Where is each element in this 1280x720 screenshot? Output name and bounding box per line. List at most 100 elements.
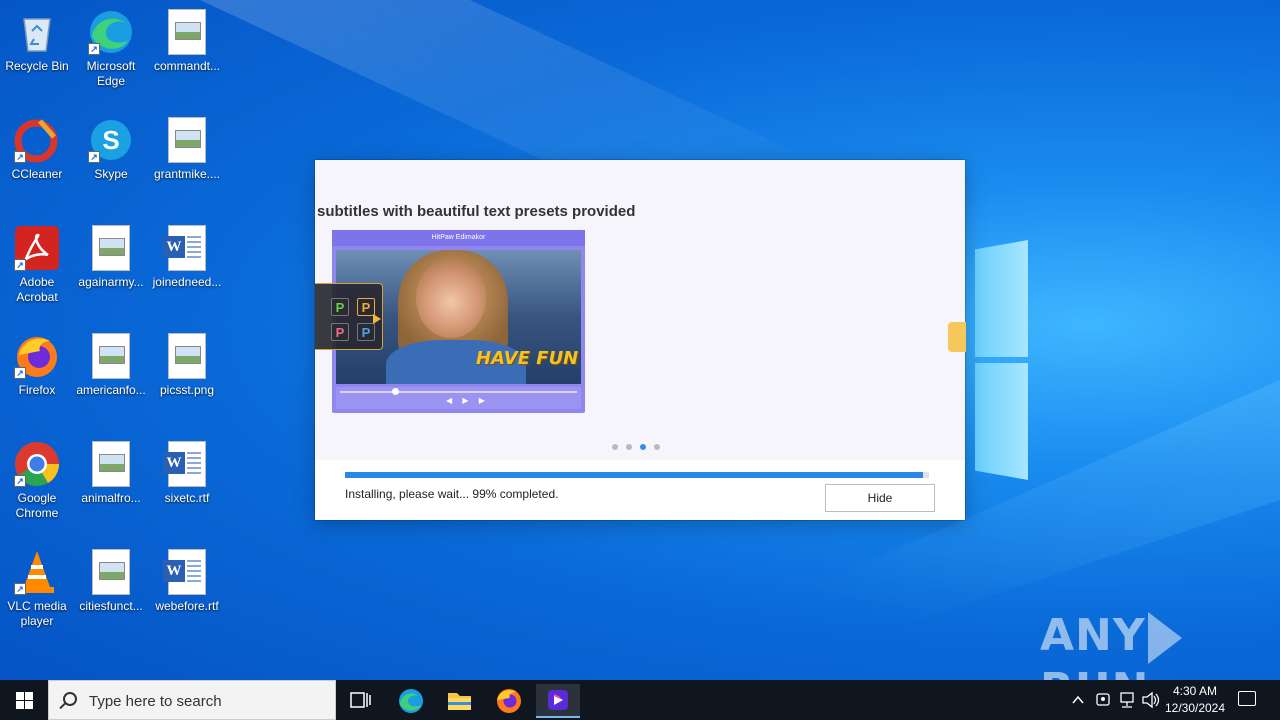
show-hidden-icons-button[interactable]	[1070, 680, 1086, 720]
taskbar: Type here to search 4:30 AM 12/30/2024	[0, 680, 1280, 720]
image-file-icon	[92, 549, 130, 595]
desktop-icon-firefox[interactable]: ↗ Firefox	[0, 329, 74, 398]
desktop-icon-file[interactable]: americanfo...	[74, 329, 148, 398]
tray-meeting-icon	[1096, 693, 1110, 706]
chevron-up-icon	[1072, 695, 1084, 704]
desktop-icon-label: grantmike....	[153, 167, 221, 181]
folder-icon	[448, 693, 471, 710]
chrome-icon: ↗	[14, 441, 60, 487]
image-file-icon	[92, 441, 130, 487]
hide-button[interactable]: Hide	[825, 484, 935, 512]
word-document-icon: W	[163, 549, 206, 595]
notification-center-icon[interactable]	[1238, 691, 1256, 706]
carousel-dot[interactable]	[626, 444, 632, 450]
image-file-icon	[168, 117, 206, 163]
desktop-icon-label: joinedneed...	[152, 275, 222, 289]
taskbar-installer-button[interactable]	[536, 684, 580, 718]
search-placeholder: Type here to search	[89, 693, 222, 710]
carousel-dot-active[interactable]	[640, 444, 646, 450]
desktop-icon-ccleaner[interactable]: ↗ CCleaner	[0, 113, 74, 182]
desktop-icon-file[interactable]: W joinedneed...	[150, 221, 224, 290]
edge-icon	[399, 689, 423, 713]
desktop-icon-vlc[interactable]: ↗ VLC media player	[0, 545, 74, 629]
watermark-text-any: ANY	[1040, 610, 1146, 661]
start-button[interactable]	[0, 680, 48, 720]
image-file-icon	[92, 333, 130, 379]
desktop-icon-google-chrome[interactable]: ↗ Google Chrome	[0, 437, 74, 521]
install-status-text: Installing, please wait... 99% completed…	[345, 487, 559, 501]
firefox-icon	[497, 689, 521, 713]
carousel-dot[interactable]	[654, 444, 660, 450]
desktop-icon-label: sixetc.rtf	[164, 491, 210, 505]
preview-app-title: HitPaw Edimakor	[332, 230, 585, 246]
recycle-bin-icon	[14, 9, 60, 55]
taskbar-edge-button[interactable]	[389, 684, 433, 718]
desktop-icon-label: commandt...	[153, 59, 221, 73]
search-icon	[63, 692, 77, 706]
clock-time: 4:30 AM	[1172, 684, 1218, 698]
desktop-icon-label: VLC media player	[7, 599, 67, 628]
desktop-icon-label: againarmy...	[78, 275, 144, 289]
network-button[interactable]	[1117, 680, 1137, 720]
preset-swatch: P	[357, 323, 375, 341]
desktop-icon-label: Microsoft Edge	[86, 59, 136, 88]
desktop-icon-label: Skype	[94, 167, 128, 181]
desktop-icon-recycle-bin[interactable]: Recycle Bin	[0, 5, 74, 74]
desktop-icon-file[interactable]: animalfro...	[74, 437, 148, 506]
image-file-icon	[92, 225, 130, 271]
desktop-icon-microsoft-edge[interactable]: ↗ Microsoft Edge	[74, 5, 148, 89]
skype-icon: S ↗	[88, 117, 134, 163]
windows-logo-wallpaper	[975, 240, 1030, 480]
svg-text:S: S	[102, 125, 119, 155]
desktop-icon-label: americanfo...	[76, 383, 146, 397]
preset-swatch: P	[331, 298, 349, 316]
desktop-icon-label: CCleaner	[11, 167, 63, 181]
image-file-icon	[168, 333, 206, 379]
desktop-icon-label: Firefox	[18, 383, 56, 397]
desktop-icon-file[interactable]: grantmike....	[150, 113, 224, 182]
next-slide-tab[interactable]	[948, 322, 966, 352]
taskbar-firefox-button[interactable]	[487, 684, 531, 718]
desktop-icon-file[interactable]: againarmy...	[74, 221, 148, 290]
edge-icon: ↗	[88, 9, 134, 55]
desktop-icon-label: Google Chrome	[15, 491, 59, 520]
network-icon	[1120, 692, 1134, 708]
clock-date: 12/30/2024	[1164, 701, 1226, 715]
volume-button[interactable]	[1140, 680, 1160, 720]
taskbar-search-box[interactable]: Type here to search	[48, 680, 336, 720]
carousel-dot[interactable]	[612, 444, 618, 450]
ccleaner-icon: ↗	[14, 117, 60, 163]
taskbar-clock[interactable]: 4:30 AM 12/30/2024	[1160, 683, 1230, 717]
firefox-icon: ↗	[14, 333, 60, 379]
edimakor-app-icon	[548, 690, 568, 710]
preview-playback-bar: ◀ ▶ ▶	[336, 387, 581, 409]
desktop-icon-skype[interactable]: S ↗ Skype	[74, 113, 148, 182]
task-view-button[interactable]	[338, 684, 382, 718]
install-progress-area: Installing, please wait... 99% completed…	[315, 460, 965, 520]
installer-window: subtitles with beautiful text presets pr…	[315, 160, 966, 520]
carousel-indicator	[612, 444, 660, 450]
word-document-icon: W	[163, 441, 206, 487]
image-file-icon	[168, 9, 206, 55]
taskbar-file-explorer-button[interactable]	[437, 684, 481, 718]
slide-title: subtitles with beautiful text presets pr…	[317, 203, 636, 220]
speaker-icon	[1142, 691, 1160, 709]
desktop-icon-label: citiesfunct...	[79, 599, 143, 613]
desktop-icon-label: picsst.png	[159, 383, 215, 397]
install-progress-bar	[345, 472, 929, 478]
desktop-icon-file[interactable]: citiesfunct...	[74, 545, 148, 614]
desktop-icon-adobe-acrobat[interactable]: ↗ Adobe Acrobat	[0, 221, 74, 305]
vlc-cone-icon: ↗	[14, 549, 60, 595]
desktop-icon-file[interactable]: commandt...	[150, 5, 224, 74]
adobe-acrobat-icon: ↗	[14, 225, 60, 271]
desktop-icon-label: Adobe Acrobat	[16, 275, 58, 304]
desktop-icon-file[interactable]: W sixetc.rtf	[150, 437, 224, 506]
tray-app-button[interactable]	[1094, 680, 1112, 720]
preset-swatch: P	[331, 323, 349, 341]
task-view-icon	[350, 692, 371, 708]
desktop-icon-file[interactable]: W webefore.rtf	[150, 545, 224, 614]
desktop-icon-label: animalfro...	[81, 491, 141, 505]
desktop-icon-file[interactable]: picsst.png	[150, 329, 224, 398]
desktop-icon-label: webefore.rtf	[155, 599, 219, 613]
pointer-cursor-icon	[373, 314, 381, 324]
